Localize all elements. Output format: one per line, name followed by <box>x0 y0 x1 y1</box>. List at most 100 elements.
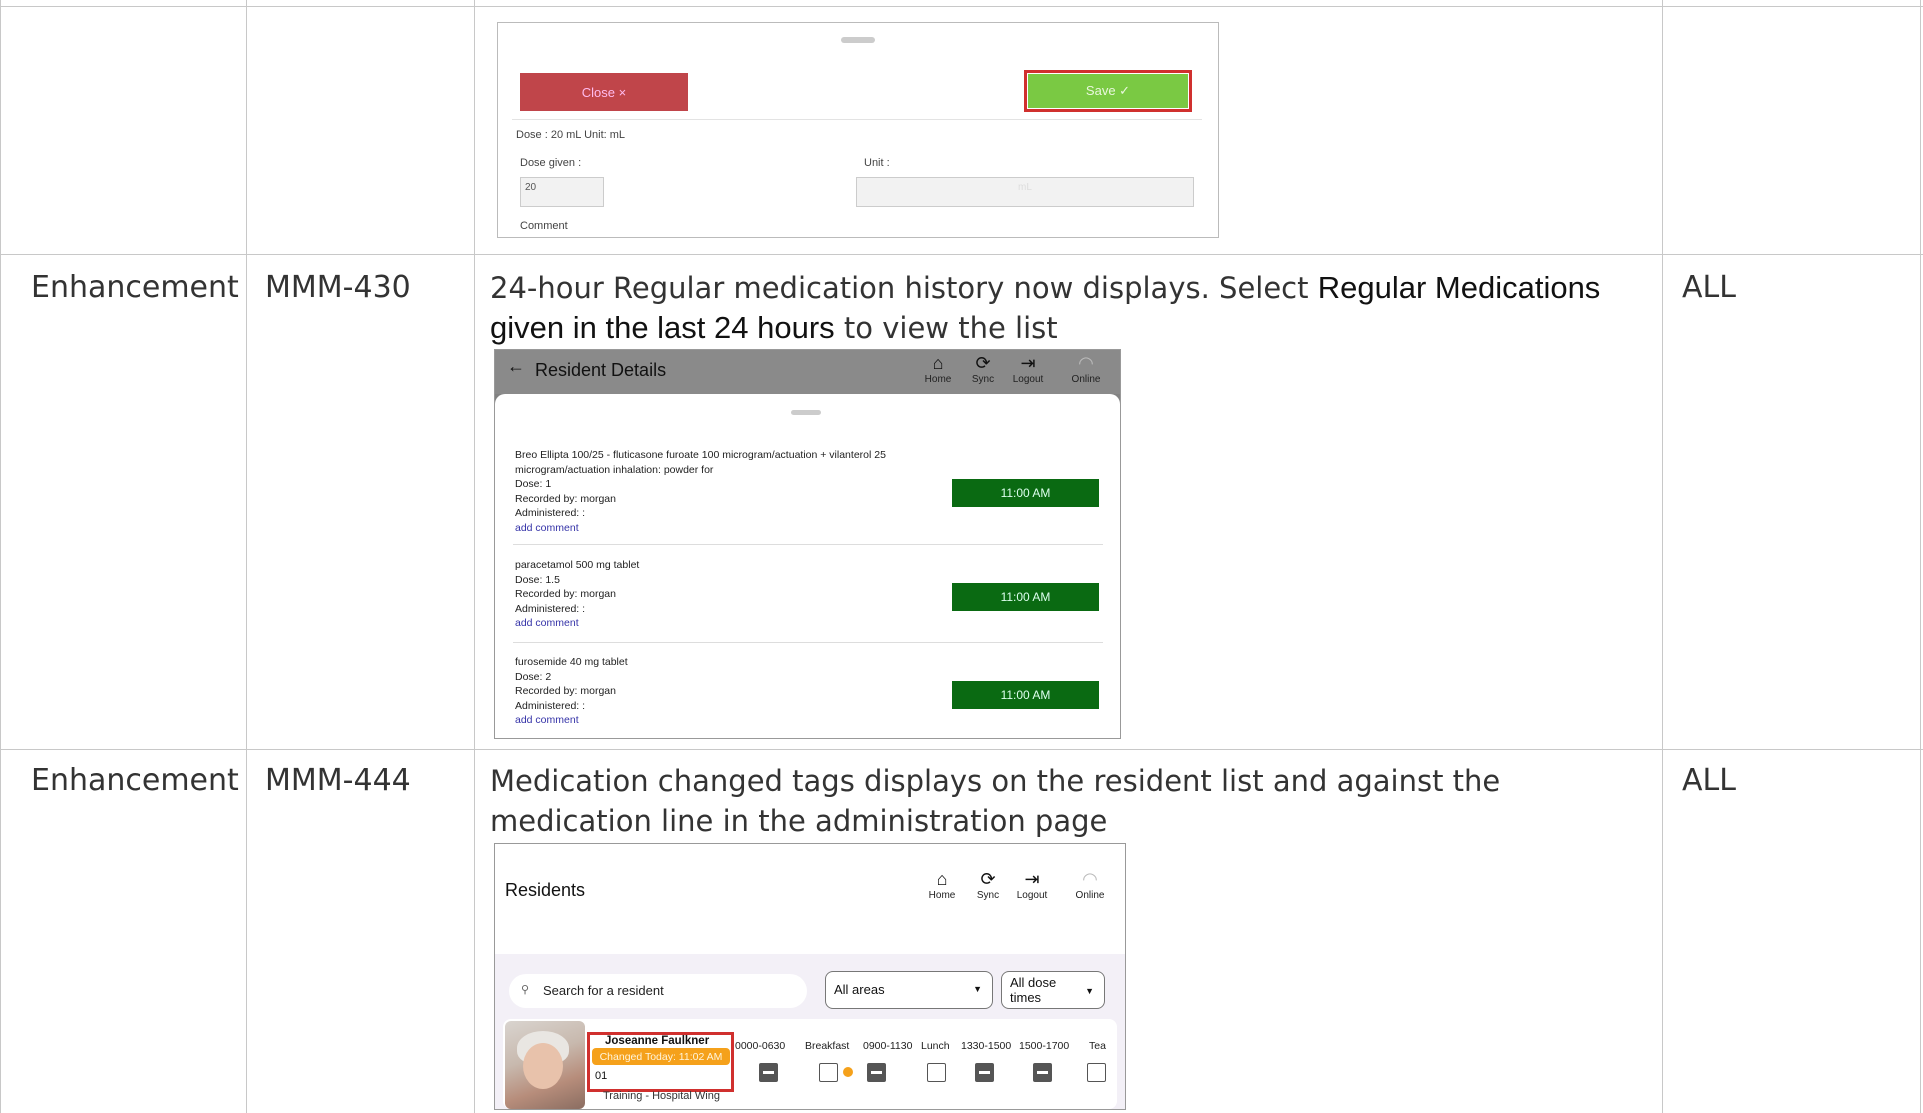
logout-label: Logout <box>1012 374 1044 385</box>
add-comment-link[interactable]: add comment <box>515 521 935 536</box>
medication-item: paracetamol 500 mg tablet Dose: 1.5 Reco… <box>515 558 935 631</box>
row-applies: ALL <box>1682 270 1736 305</box>
logout-icon: ⇥ <box>1020 353 1036 373</box>
dose-slot-given[interactable] <box>975 1063 994 1082</box>
dose-given-label: Dose given : <box>520 157 582 169</box>
dose-dialog-screenshot: Close × Save ✓ Dose : 20 mL Unit: mL Dos… <box>497 22 1219 238</box>
sync-icon: ⟳ <box>975 353 991 373</box>
medication-dose: Dose: 1 <box>515 478 552 490</box>
online-label: Online <box>1071 374 1101 385</box>
add-comment-link[interactable]: add comment <box>515 713 935 728</box>
dose-slot-label: 0900-1130 <box>863 1040 913 1052</box>
comment-label: Comment <box>520 220 568 232</box>
sync-button[interactable]: ⟳ Sync <box>962 352 1004 385</box>
medication-recorded: Recorded by: morgan <box>515 492 616 505</box>
medication-item: Breo Ellipta 100/25 - fluticasone furoat… <box>515 448 935 535</box>
dose-slot-pending[interactable] <box>819 1063 838 1082</box>
app-header: Residents ⌂ Home ⟳ Sync ⇥ Logout ◠ Onlin… <box>495 844 1125 954</box>
areas-select[interactable]: All areas ▼ <box>825 971 993 1009</box>
row-description: Medication changed tags displays on the … <box>490 761 1640 841</box>
close-button[interactable]: Close × <box>520 73 688 111</box>
online-label: Online <box>1075 890 1105 901</box>
row-description: 24-hour Regular medication history now d… <box>490 268 1640 348</box>
residents-list-screenshot: Residents ⌂ Home ⟳ Sync ⇥ Logout ◠ Onlin… <box>494 843 1126 1110</box>
search-input[interactable]: ⚲ Search for a resident <box>509 974 807 1008</box>
add-comment-link[interactable]: add comment <box>515 616 935 631</box>
home-icon: ⌂ <box>936 869 948 889</box>
row-applies: ALL <box>1682 763 1736 798</box>
col-divider <box>1920 0 1921 1113</box>
medication-administered: Administered: : <box>515 602 586 615</box>
dose-slot-given[interactable] <box>759 1063 778 1082</box>
description-text: Medication changed tags displays on the … <box>490 764 1501 838</box>
medication-dose: Dose: 2 <box>515 670 552 683</box>
back-arrow-icon[interactable]: ← <box>507 356 525 377</box>
description-text: 24-hour Regular medication history now d… <box>490 271 1318 305</box>
unit-label: Unit : <box>864 157 890 169</box>
logout-label: Logout <box>1016 890 1048 901</box>
row-type: Enhancement <box>31 270 239 305</box>
medication-name: Breo Ellipta 100/25 - fluticasone furoat… <box>515 449 886 476</box>
sync-icon: ⟳ <box>980 869 996 889</box>
drag-handle[interactable] <box>791 410 821 415</box>
search-placeholder: Search for a resident <box>543 983 664 998</box>
online-status[interactable]: ◠ Online <box>1069 868 1111 901</box>
dose-slot-label: Lunch <box>921 1040 950 1052</box>
save-button[interactable]: Save ✓ <box>1028 74 1188 108</box>
home-button[interactable]: ⌂ Home <box>917 352 959 385</box>
dose-slot-label: 1500-1700 <box>1019 1040 1070 1052</box>
medication-recorded: Recorded by: morgan <box>515 685 616 697</box>
home-label: Home <box>928 890 956 901</box>
medication-name: furosemide 40 mg tablet <box>515 656 628 668</box>
dose-slot-given[interactable] <box>867 1063 886 1082</box>
row-type: Enhancement <box>31 763 239 798</box>
time-button[interactable]: 11:00 AM <box>952 479 1099 507</box>
description-text: to view the list <box>834 311 1058 345</box>
col-divider <box>1662 0 1663 1113</box>
page-title: Resident Details <box>535 360 667 380</box>
row-id: MMM-430 <box>265 270 411 305</box>
medication-item: furosemide 40 mg tablet Dose: 2 Recorded… <box>515 655 935 728</box>
divider <box>513 642 1103 643</box>
medication-name: paracetamol 500 mg tablet <box>515 559 640 571</box>
resident-wing: Training - Hospital Wing <box>603 1090 720 1102</box>
resident-room: 01 <box>595 1070 608 1082</box>
divider <box>512 119 1202 120</box>
logout-button[interactable]: ⇥ Logout <box>1007 352 1049 385</box>
time-button[interactable]: 11:00 AM <box>952 681 1099 709</box>
dose-given-input[interactable]: 20 <box>520 177 604 207</box>
unit-input[interactable]: mL <box>856 177 1194 207</box>
home-icon: ⌂ <box>932 353 944 373</box>
page-title: Residents <box>505 880 586 900</box>
sync-button[interactable]: ⟳ Sync <box>967 868 1009 901</box>
resident-details-screenshot: ← Resident Details ⌂ Home ⟳ Sync ⇥ Logou… <box>494 349 1121 739</box>
changed-dot <box>843 1067 853 1077</box>
logout-button[interactable]: ⇥ Logout <box>1011 868 1053 901</box>
drag-handle[interactable] <box>841 37 875 43</box>
logout-icon: ⇥ <box>1024 869 1040 889</box>
home-button[interactable]: ⌂ Home <box>921 868 963 901</box>
divider <box>513 544 1103 545</box>
dose-times-select-value: All dose times <box>1010 975 1057 1005</box>
chevron-down-icon: ▼ <box>1085 986 1094 996</box>
row-divider <box>0 749 1923 750</box>
dose-line: Dose : 20 mL Unit: mL <box>516 129 626 141</box>
col-divider <box>0 0 1 1113</box>
time-button[interactable]: 11:00 AM <box>952 583 1099 611</box>
dose-times-select[interactable]: All dose times ▼ <box>1001 971 1105 1009</box>
dose-slot-given[interactable] <box>1033 1063 1052 1082</box>
online-status[interactable]: ◠ Online <box>1065 352 1107 385</box>
dose-slot-label: Breakfast <box>805 1040 850 1052</box>
avatar <box>505 1021 585 1109</box>
dose-slot-pending[interactable] <box>927 1063 946 1082</box>
areas-select-value: All areas <box>834 982 885 997</box>
medication-recorded: Recorded by: morgan <box>515 588 616 600</box>
chevron-down-icon: ▼ <box>973 984 982 994</box>
medication-administered: Administered: : <box>515 507 586 519</box>
medication-history-panel: Breo Ellipta 100/25 - fluticasone furoat… <box>495 394 1120 738</box>
changed-tag-highlight-box <box>587 1032 734 1092</box>
dose-slot-label: Tea <box>1089 1040 1106 1052</box>
search-icon: ⚲ <box>521 984 530 996</box>
dose-slot-pending[interactable] <box>1087 1063 1106 1082</box>
sync-label: Sync <box>976 890 1000 901</box>
